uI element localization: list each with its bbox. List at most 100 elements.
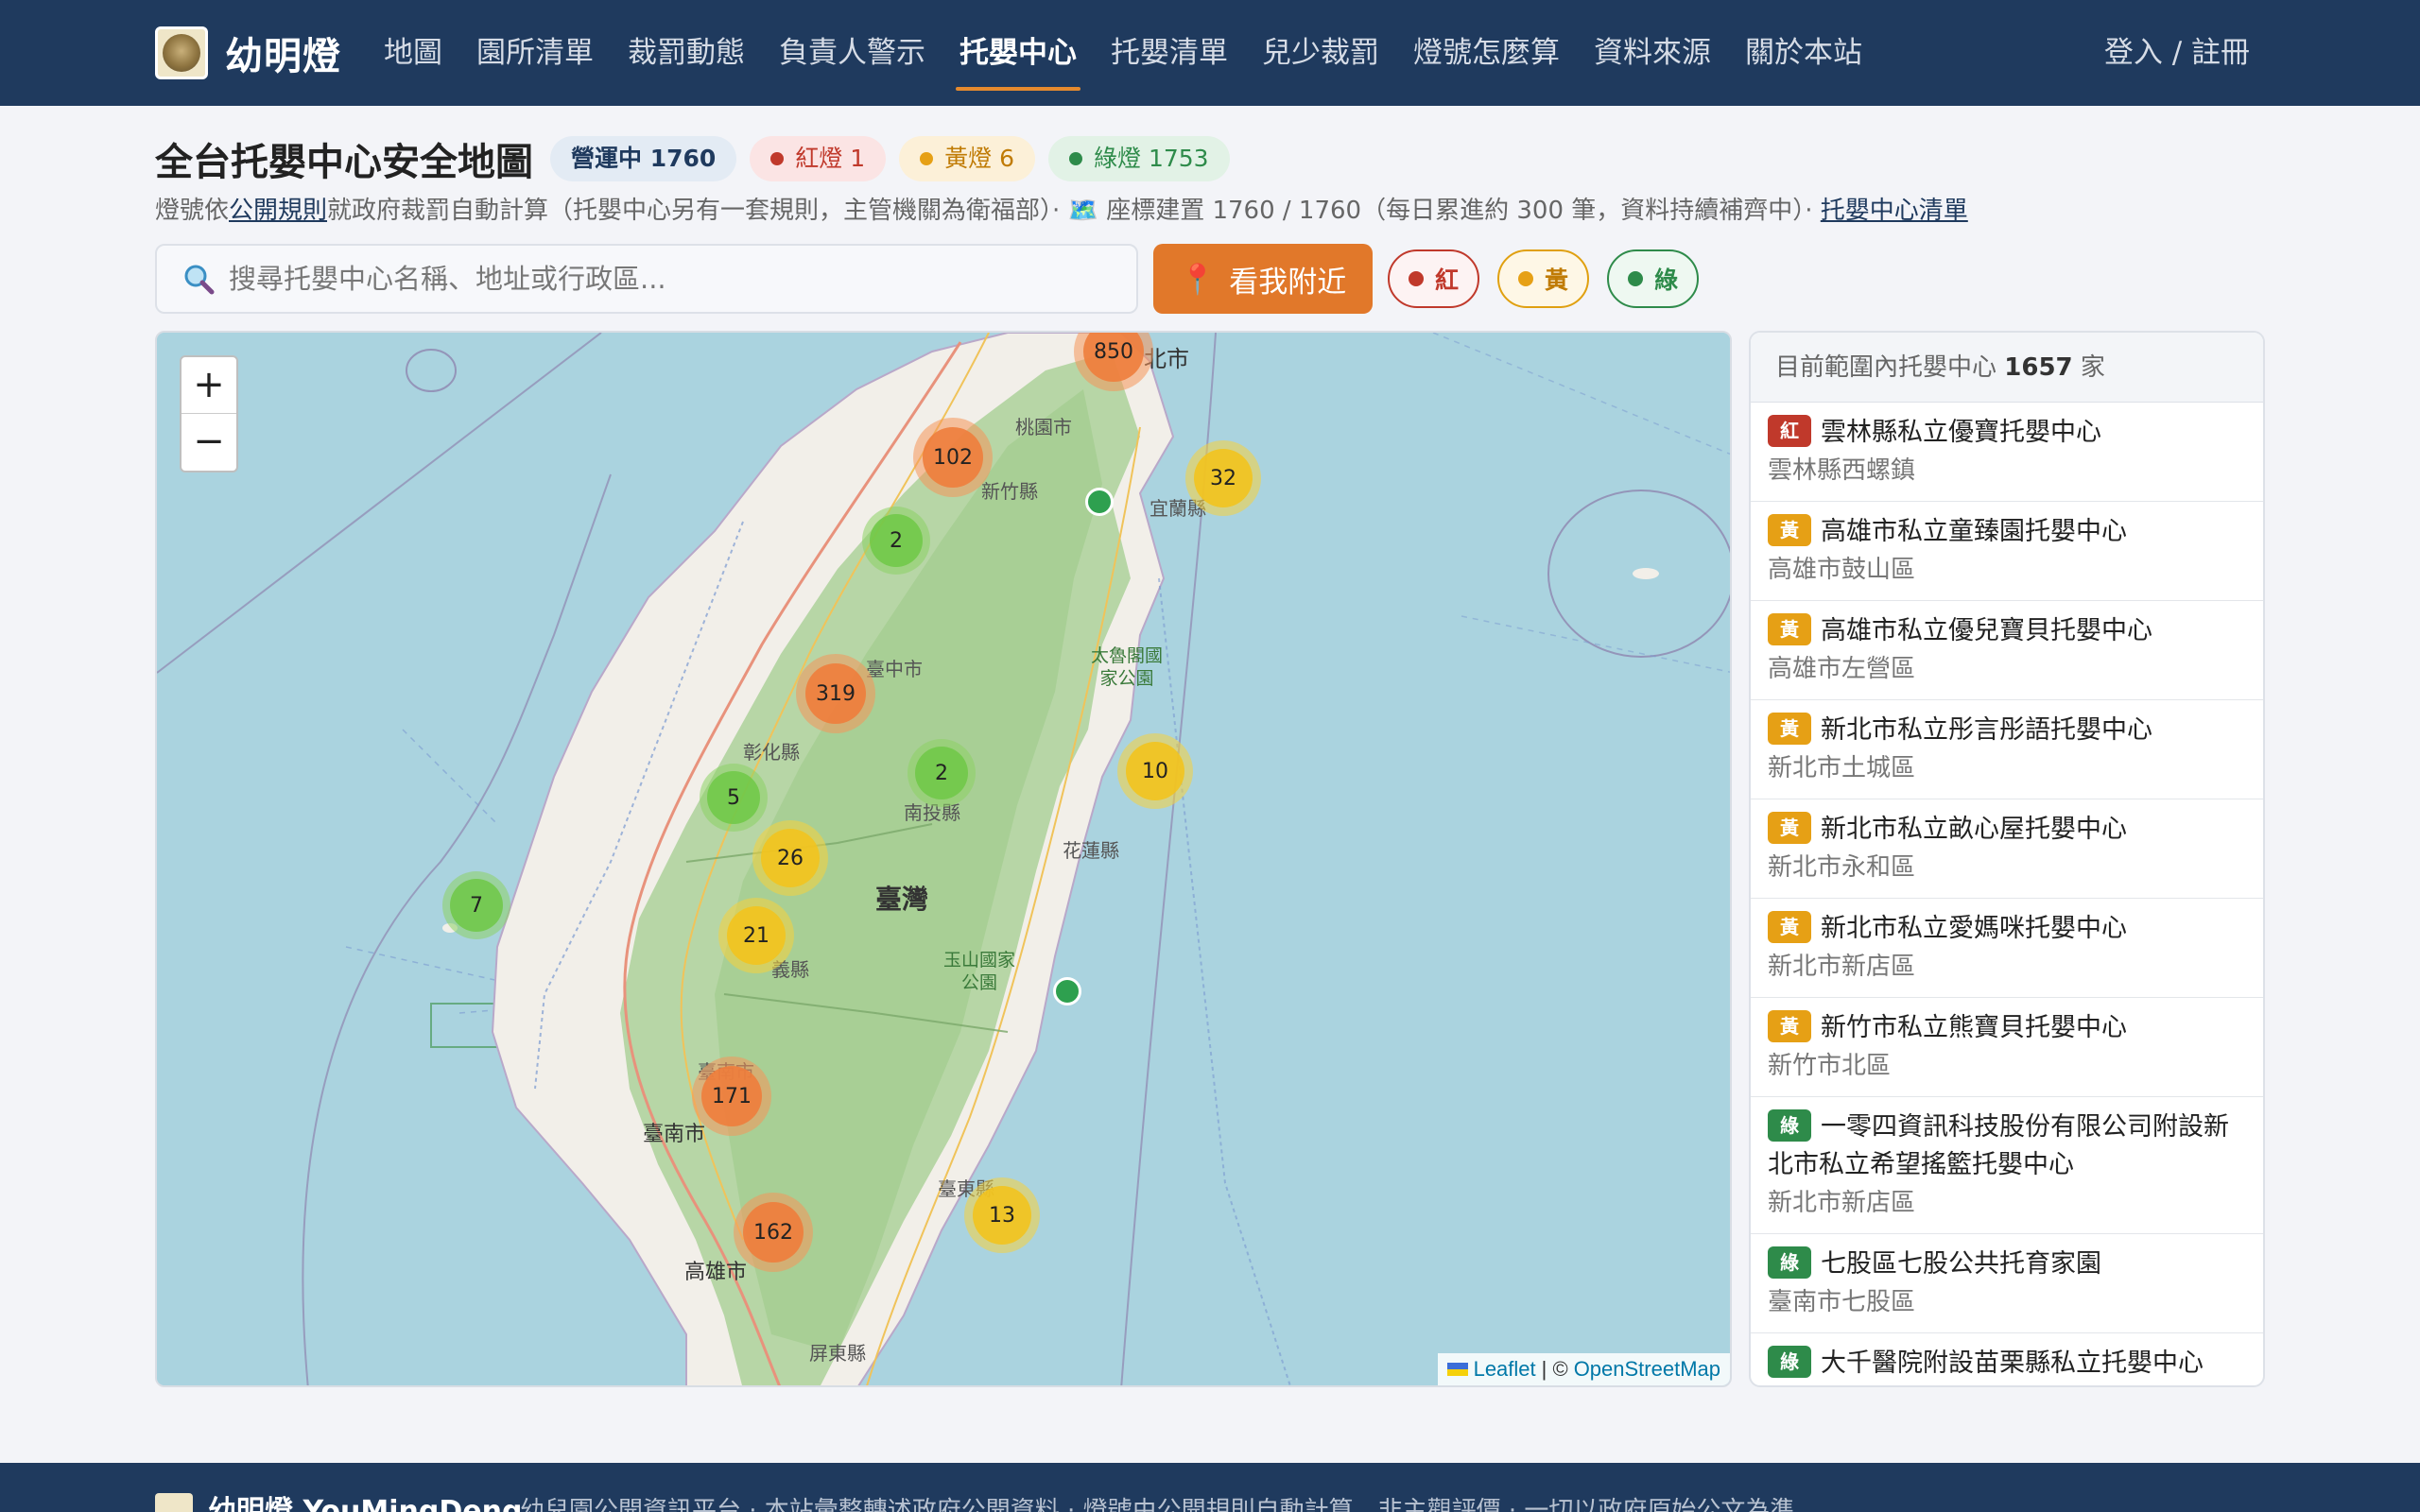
zoom-control: + − — [180, 355, 238, 472]
center-name: 七股區七股公共托育家園 — [1821, 1249, 2101, 1279]
map-cluster[interactable]: 2 — [862, 507, 930, 575]
map-label-pingtung: 屏東縣 — [809, 1342, 866, 1365]
center-name: 雲林縣私立優寶托嬰中心 — [1821, 418, 2101, 447]
status-badge: 綠 — [1768, 1109, 1811, 1142]
nav-item-about[interactable]: 關於本站 — [1728, 0, 1879, 106]
list-item-name: 綠一零四資訊科技股份有限公司附設新北市私立希望搖籃托嬰中心 — [1768, 1108, 2244, 1184]
nav-item-kindergarten-list[interactable]: 園所清單 — [459, 0, 611, 106]
map-cluster[interactable]: 162 — [734, 1193, 813, 1272]
list-item[interactable]: 綠七股區七股公共托育家園 臺南市七股區 — [1751, 1234, 2263, 1333]
nav-item-child-penalties[interactable]: 兒少裁罰 — [1245, 0, 1396, 106]
filter-green-label: 綠 — [1654, 266, 1679, 294]
list-count: 1657 — [2004, 353, 2073, 382]
map-cluster[interactable]: 32 — [1185, 440, 1261, 516]
list-item[interactable]: 黃高雄市私立優兒寶貝托嬰中心 高雄市左營區 — [1751, 601, 2263, 700]
subline-prefix: 燈號依 — [155, 197, 230, 225]
operating-count-badge: 營運中 1760 — [550, 136, 737, 181]
cluster-count: 7 — [450, 879, 503, 932]
list-header-prefix: 目前範圍內托嬰中心 — [1775, 353, 1997, 382]
map-cluster[interactable]: 7 — [442, 871, 510, 939]
list-item-name: 紅雲林縣私立優寶托嬰中心 — [1768, 414, 2244, 452]
list-item-area: 新北市新店區 — [1768, 953, 1916, 981]
nav-item-infant-centers[interactable]: 托嬰中心 — [942, 0, 1094, 106]
map-label-taichung: 臺中市 — [866, 658, 923, 680]
map-label-yushan: 玉山國家 公園 — [943, 950, 1016, 993]
yellow-dot-icon — [920, 152, 934, 165]
list-item-area: 雲林縣西螺鎮 — [1768, 456, 1916, 485]
info-subline: 燈號依公開規則就政府裁罰自動計算（托嬰中心另有一套規則，主管機關為衛福部）· 🗺… — [155, 191, 1968, 226]
infant-list-link[interactable]: 托嬰中心清單 — [1821, 197, 1968, 225]
nav-item-infant-list[interactable]: 托嬰清單 — [1094, 0, 1245, 106]
list-item[interactable]: 綠大千醫院附設苗栗縣私立托嬰中心苗栗縣苗栗市 — [1751, 1333, 2263, 1385]
rules-link[interactable]: 公開規則 — [229, 197, 327, 225]
map-cluster[interactable]: 13 — [964, 1177, 1040, 1253]
center-name: 新北市私立彤言彤語托嬰中心 — [1821, 715, 2152, 745]
map-cluster[interactable]: 10 — [1117, 733, 1193, 809]
map-label-taroko: 太魯閣國 家公園 — [1091, 645, 1164, 689]
nav-links: 地圖 園所清單 裁罰動態 負責人警示 托嬰中心 托嬰清單 兒少裁罰 燈號怎麼算 … — [367, 0, 1879, 106]
list-header: 目前範圍內托嬰中心 1657 家 — [1751, 333, 2263, 403]
cluster-count: 5 — [707, 771, 760, 824]
login-link[interactable]: 登入 / 註冊 — [2104, 0, 2250, 106]
footer: 幼明燈 YouMingDeng 幼兒園公開資訊平台 · 本站彙整轉述政府公開資料… — [0, 1463, 2420, 1512]
filter-red-button[interactable]: 紅 — [1388, 249, 1480, 308]
zoom-out-button[interactable]: − — [182, 414, 236, 471]
nav-item-penalty-updates[interactable]: 裁罰動態 — [611, 0, 762, 106]
list-item[interactable]: 綠一零四資訊科技股份有限公司附設新北市私立希望搖籃托嬰中心 新北市新店區 — [1751, 1097, 2263, 1234]
list-item-area: 新竹市北區 — [1768, 1052, 1892, 1080]
green-dot-icon — [1628, 271, 1643, 286]
list-item-name: 綠七股區七股公共托育家園 — [1768, 1246, 2244, 1283]
results-list[interactable]: 目前範圍內托嬰中心 1657 家 紅雲林縣私立優寶托嬰中心雲林縣西螺鎮黃高雄市私… — [1749, 331, 2265, 1387]
brand[interactable]: 幼明燈 — [155, 26, 341, 80]
nav-item-owner-alerts[interactable]: 負責人警示 — [762, 0, 942, 106]
list-item[interactable]: 紅雲林縣私立優寶托嬰中心雲林縣西螺鎮 — [1751, 403, 2263, 502]
footer-logo-icon — [155, 1493, 193, 1512]
leaflet-link[interactable]: Leaflet — [1474, 1357, 1536, 1382]
osm-link[interactable]: OpenStreetMap — [1574, 1357, 1720, 1382]
map-cluster[interactable]: 2 — [908, 739, 976, 807]
subline-middle: 就政府裁罰自動計算（托嬰中心另有一套規則，主管機關為衛福部）· 🗺️ 座標建置 … — [327, 197, 1813, 225]
cluster-count: 171 — [701, 1066, 762, 1126]
center-name: 一零四資訊科技股份有限公司附設新北市私立希望搖籃托嬰中心 — [1768, 1112, 2229, 1179]
nav-item-data-sources[interactable]: 資料來源 — [1577, 0, 1728, 106]
cluster-count: 10 — [1126, 742, 1184, 800]
map-cluster[interactable]: 319 — [796, 654, 875, 733]
map-cluster[interactable]: 21 — [718, 898, 794, 973]
nearby-label: 看我附近 — [1229, 265, 1347, 300]
filter-yellow-button[interactable]: 黃 — [1497, 249, 1590, 308]
nav-item-map[interactable]: 地圖 — [367, 0, 459, 106]
brand-name: 幼明燈 — [225, 35, 341, 78]
page-title: 全台托嬰中心安全地圖 — [155, 141, 533, 184]
status-badge: 綠 — [1768, 1346, 1811, 1378]
map-marker-green[interactable] — [1053, 977, 1081, 1005]
search-input[interactable] — [229, 263, 1080, 295]
map-marker-green[interactable] — [1085, 488, 1114, 516]
status-badge: 黃 — [1768, 613, 1811, 645]
zoom-in-button[interactable]: + — [182, 357, 236, 414]
list-item[interactable]: 黃新北市私立彤言彤語托嬰中心 新北市土城區 — [1751, 700, 2263, 799]
cluster-count: 13 — [973, 1186, 1031, 1245]
map-cluster[interactable]: 102 — [913, 418, 993, 497]
ukraine-flag-icon — [1446, 1363, 1468, 1376]
nearby-button[interactable]: 📍 看我附近 — [1153, 244, 1373, 314]
filter-green-button[interactable]: 綠 — [1607, 249, 1700, 308]
list-item-name: 黃高雄市私立優兒寶貝托嬰中心 — [1768, 612, 2244, 650]
map[interactable]: 北市 桃園市 新竹縣 宜蘭縣 臺中市 太魯閣國 家公園 彰化縣 南投縣 花蓮縣 … — [155, 331, 1732, 1387]
list-item[interactable]: 黃新竹市私立熊寶貝托嬰中心新竹市北區 — [1751, 998, 2263, 1097]
list-item-name: 黃新竹市私立熊寶貝托嬰中心 — [1768, 1009, 2244, 1047]
list-item-area: 苗栗縣苗栗市 — [1768, 1383, 2244, 1385]
red-dot-icon — [770, 152, 785, 165]
map-cluster[interactable]: 171 — [692, 1057, 771, 1136]
list-item[interactable]: 黃高雄市私立童臻園托嬰中心 高雄市鼓山區 — [1751, 502, 2263, 601]
nav-item-light-rules[interactable]: 燈號怎麼算 — [1396, 0, 1577, 106]
status-badge: 黃 — [1768, 514, 1811, 546]
filter-red-label: 紅 — [1435, 266, 1460, 294]
cluster-count: 2 — [870, 514, 923, 567]
list-item[interactable]: 黃新北市私立畝心屋托嬰中心 新北市永和區 — [1751, 799, 2263, 899]
filter-yellow-label: 黃 — [1545, 266, 1569, 294]
map-cluster[interactable]: 26 — [752, 820, 828, 896]
map-cluster[interactable]: 5 — [700, 764, 768, 832]
map-label-kaohsiung: 高雄市 — [684, 1261, 748, 1284]
list-item[interactable]: 黃新北市私立愛媽咪托嬰中心 新北市新店區 — [1751, 899, 2263, 998]
map-label-hsinchu: 新竹縣 — [981, 480, 1038, 503]
